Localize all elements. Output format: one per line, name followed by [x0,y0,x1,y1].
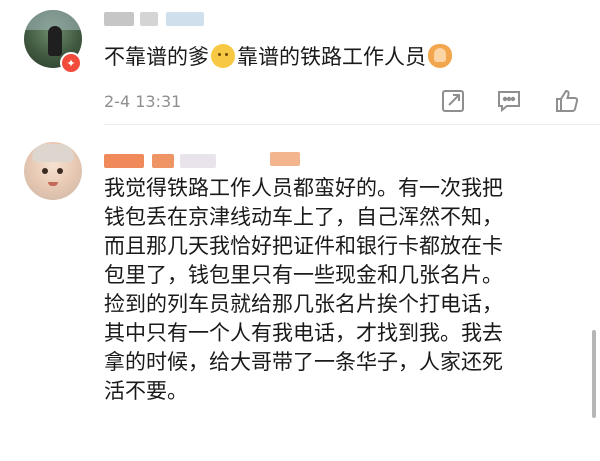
comment-line: 而且那几天我恰好把证件和银行卡都放在卡 [104,234,503,258]
comment-line: 捡到的列车员就给那几张名片挨个打电话， [104,292,503,316]
comment-text-part-2: 靠谱的铁路工作人员 [237,45,426,69]
comment-line: 拿的时候，给大哥带了一条华子，人家还死 [104,350,503,374]
thumbs-up-icon[interactable] [554,88,580,114]
username-redacted [152,154,174,168]
avatar-mouth [48,182,58,186]
comment-line: 活不要。 [104,379,188,403]
share-icon[interactable] [440,88,466,114]
comment-item-1: ✦ 不靠谱的爹 靠谱的铁路工作人员 2-4 13:31 [0,0,600,125]
praying-hands-emoji [428,44,452,68]
username-redacted [166,12,204,26]
username-redacted [270,152,300,166]
comment-timestamp: 2-4 13:31 [104,92,182,111]
avatar-eye [42,168,48,174]
avatar[interactable] [24,142,82,200]
vip-badge-icon: ✦ [60,52,82,74]
avatar-eye [57,168,63,174]
avatar-figure [48,26,62,56]
comment-line: 包里了，钱包里只有一些现金和几张名片。 [104,263,503,287]
username-redacted[interactable] [104,12,134,26]
comment-line: 我觉得铁路工作人员都蛮好的。有一次我把 [104,176,503,200]
divider [104,124,600,125]
comment-item-2: 我觉得铁路工作人员都蛮好的。有一次我把 钱包丢在京津线动车上了，自己浑然不知， … [0,128,600,461]
username-redacted[interactable] [104,154,144,168]
comment-line: 其中只有一个人有我电话，才找到我。我去 [104,321,503,345]
username-redacted [180,154,216,168]
comment-text-part-1: 不靠谱的爹 [104,45,209,69]
comment-text: 我觉得铁路工作人员都蛮好的。有一次我把 钱包丢在京津线动车上了，自己浑然不知， … [104,174,580,406]
scrollbar[interactable] [592,330,596,418]
comment-icon[interactable] [496,88,522,114]
comment-line: 钱包丢在京津线动车上了，自己浑然不知， [104,205,503,229]
username-redacted [140,12,158,26]
comment-text: 不靠谱的爹 靠谱的铁路工作人员 [104,43,580,72]
thinking-face-emoji [211,44,235,68]
avatar-hat [32,144,74,162]
